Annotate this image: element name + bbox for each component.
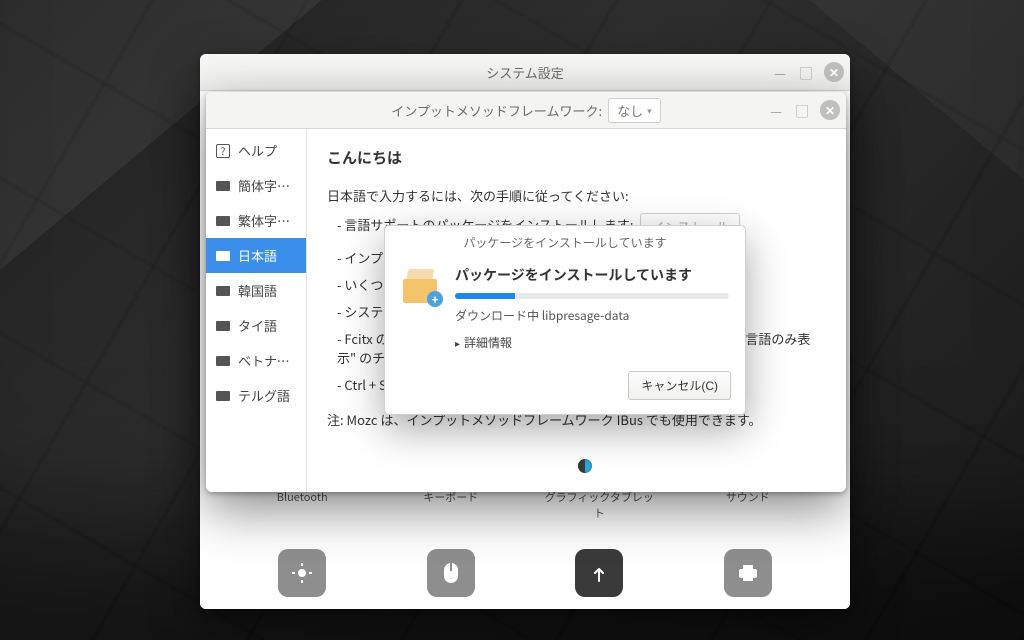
- sidebar-item-zh-cn[interactable]: 簡体字中国語: [206, 168, 306, 203]
- sidebar-item-label: 韓国語: [238, 281, 277, 300]
- sidebar-item-te[interactable]: テルグ語: [206, 378, 306, 413]
- flag-icon: [216, 286, 230, 296]
- network-icon: [575, 549, 623, 597]
- mouse-icon: [427, 549, 475, 597]
- system-settings-titlebar[interactable]: システム設定 — ▢ ✕: [200, 54, 850, 91]
- sidebar-item-ja[interactable]: 日本語: [206, 238, 306, 273]
- chevron-down-icon: ▾: [647, 104, 652, 117]
- sidebar-item-label: 日本語: [238, 246, 277, 265]
- content-heading: こんにちは: [327, 147, 826, 168]
- details-label: 詳細情報: [464, 334, 512, 351]
- printer-icon: [724, 549, 772, 597]
- install-progress-dialog: パッケージをインストールしています + パッケージをインストールしています ダウ…: [384, 225, 746, 415]
- sidebar-item-label: ヘルプ: [238, 141, 277, 160]
- sidebar-item-vi[interactable]: ベトナム語: [206, 343, 306, 378]
- framework-label: インプットメソッドフレームワーク:: [391, 101, 602, 120]
- details-toggle[interactable]: ▸ 詳細情報: [455, 334, 729, 351]
- progress-fill: [455, 293, 515, 299]
- settings-item-generic[interactable]: [539, 549, 659, 597]
- maximize-icon[interactable]: ▢: [798, 64, 814, 80]
- input-method-titlebar[interactable]: インプットメソッドフレームワーク: なし ▾ — ▢ ✕: [206, 92, 846, 129]
- progress-bar: [455, 293, 729, 299]
- sidebar-item-ko[interactable]: 韓国語: [206, 273, 306, 308]
- close-icon[interactable]: ✕: [820, 100, 840, 120]
- disclosure-triangle-icon: ▸: [455, 335, 460, 350]
- settings-item-generic[interactable]: [242, 549, 362, 597]
- package-icon: +: [401, 265, 441, 305]
- flag-icon: [216, 216, 230, 226]
- maximize-icon[interactable]: ▢: [794, 102, 810, 118]
- gear-icon: [278, 549, 326, 597]
- settings-icon-row-lower: [200, 549, 850, 597]
- flag-icon: [216, 251, 230, 261]
- minimize-icon[interactable]: —: [772, 64, 788, 80]
- settings-item-generic[interactable]: [688, 549, 808, 597]
- dialog-title: パッケージをインストールしています: [385, 226, 745, 259]
- plus-icon: +: [427, 291, 443, 307]
- sidebar-item-label: ベトナム語: [238, 351, 296, 370]
- help-icon: ?: [216, 144, 230, 158]
- flag-icon: [216, 181, 230, 191]
- download-status: ダウンロード中 libpresage-data: [455, 307, 729, 324]
- content-intro: 日本語で入力するには、次の手順に従ってください:: [327, 186, 826, 205]
- sidebar-item-help[interactable]: ? ヘルプ: [206, 133, 306, 168]
- flag-icon: [216, 321, 230, 331]
- flag-icon: [216, 356, 230, 366]
- sidebar-item-label: タイ語: [238, 316, 277, 335]
- dialog-heading: パッケージをインストールしています: [455, 265, 729, 285]
- sidebar-item-label: テルグ語: [238, 386, 290, 405]
- system-settings-title: システム設定: [486, 63, 564, 82]
- framework-value: なし: [617, 101, 643, 120]
- cancel-button[interactable]: キャンセル(C): [628, 371, 731, 400]
- settings-item-label: グラフィックタブレット: [539, 489, 659, 521]
- status-dot-icon: [578, 459, 592, 473]
- framework-dropdown[interactable]: なし ▾: [608, 98, 661, 123]
- language-sidebar: ? ヘルプ 簡体字中国語 繁体字中国語 日本語 韓国語 タイ語 ベトナム語 テル…: [206, 129, 307, 492]
- flag-icon: [216, 391, 230, 401]
- sidebar-item-th[interactable]: タイ語: [206, 308, 306, 343]
- sidebar-item-label: 簡体字中国語: [238, 176, 296, 195]
- sidebar-item-zh-tw[interactable]: 繁体字中国語: [206, 203, 306, 238]
- close-icon[interactable]: ✕: [824, 62, 844, 82]
- sidebar-item-label: 繁体字中国語: [238, 211, 296, 230]
- settings-item-generic[interactable]: [391, 549, 511, 597]
- minimize-icon[interactable]: —: [768, 102, 784, 118]
